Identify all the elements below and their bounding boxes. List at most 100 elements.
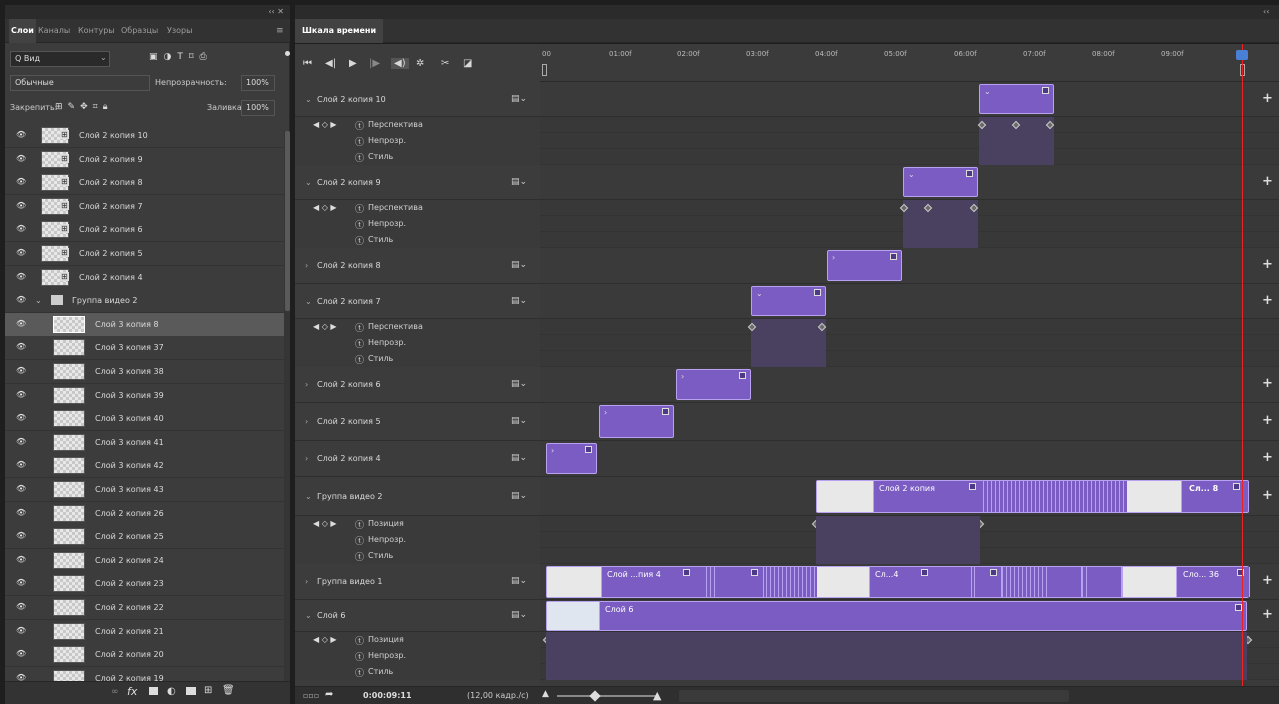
eye-icon[interactable]: 👁︎ [16, 508, 26, 517]
eye-icon[interactable]: 👁︎ [16, 461, 26, 469]
track-header[interactable]: ⌄ Слой 6 ▤⌄ [295, 600, 540, 632]
layer-row[interactable]: 👁︎ Слой 3 копия 42 [5, 454, 285, 479]
fill-input[interactable]: 100% [241, 100, 275, 116]
clip[interactable]: ⌄ [903, 167, 978, 197]
eye-icon[interactable]: 👁︎ [16, 154, 26, 163]
chevron-right-icon[interactable]: › [305, 261, 308, 270]
eye-icon[interactable]: 👁︎ [16, 626, 26, 635]
layer-row[interactable]: 👁︎ Слой 2 копия 20 [5, 643, 285, 668]
layer-row[interactable]: 👁︎ Слой 3 копия 8 [5, 312, 285, 337]
eye-icon[interactable]: 👁︎ [16, 555, 26, 564]
clip-end-icon[interactable] [751, 569, 758, 576]
group-clip[interactable]: Слой ...пия 4 Сл...4 Сло... 36 [546, 566, 1250, 598]
eye-icon[interactable]: 👁︎ [16, 249, 26, 257]
layer-row[interactable]: 👁︎ ⊞ Слой 2 копия 10 [5, 124, 285, 148]
film-strip-icon[interactable]: ▤⌄ [511, 177, 527, 187]
tab-layers[interactable]: Слои [9, 19, 36, 43]
eye-icon[interactable]: 👁︎ [16, 414, 26, 422]
add-media-icon[interactable]: + [1262, 257, 1273, 272]
eye-icon[interactable]: 👁︎ [16, 201, 26, 210]
layer-row[interactable]: 👁︎ ⊞ Слой 2 копия 5 [5, 242, 285, 266]
track-header[interactable]: ⌄ Группа видео 2 ▤⌄ [295, 477, 540, 516]
blend-mode-select[interactable]: Обычные [10, 75, 150, 91]
stopwatch-icon[interactable]: ⓣ [355, 634, 364, 647]
eye-icon[interactable]: 👁︎ [16, 437, 26, 446]
clip-end-icon[interactable] [814, 289, 821, 296]
stopwatch-icon[interactable]: ⓣ [355, 119, 364, 132]
eye-icon[interactable]: 👁︎ [16, 131, 26, 139]
opacity-input[interactable]: 100% [241, 75, 275, 91]
chevron-icon[interactable]: ⌄ [984, 87, 991, 96]
eye-icon[interactable]: 👁︎ [16, 650, 26, 658]
zoom-slider-thumb[interactable] [589, 690, 601, 702]
keyframe-nav-icon[interactable]: ◀ ◇ ▶ [313, 120, 337, 129]
film-strip-icon[interactable]: ▤⌄ [511, 94, 527, 104]
stopwatch-icon[interactable]: ⓣ [355, 234, 364, 247]
film-strip-icon[interactable]: ▤⌄ [511, 260, 527, 270]
layer-row[interactable]: 👁︎ Слой 2 копия 19 [5, 666, 285, 681]
chevron-icon[interactable]: ⌄ [908, 170, 915, 179]
track-header[interactable]: › Слой 2 копия 4 ▤⌄ [295, 441, 540, 477]
play-icon[interactable]: ▶ [349, 58, 357, 69]
folder-icon[interactable] [186, 687, 196, 695]
chevron-right-icon[interactable]: › [305, 417, 308, 426]
film-strip-icon[interactable]: ▤⌄ [511, 296, 527, 306]
panel-collapse-bar[interactable]: ‹‹ ✕ [5, 5, 290, 19]
settings-icon[interactable]: ✲ [416, 58, 424, 69]
tab-paths[interactable]: Контуры [76, 19, 117, 43]
clip-end-icon[interactable] [585, 446, 592, 453]
stopwatch-icon[interactable]: ⓣ [355, 550, 364, 563]
clip[interactable]: › [546, 443, 597, 474]
chevron-down-icon[interactable]: ⌄ [305, 492, 312, 501]
work-area-start-handle[interactable] [542, 64, 547, 76]
add-media-icon[interactable]: + [1262, 573, 1273, 588]
fx-icon[interactable]: fx [127, 685, 137, 698]
keyframe-nav-icon[interactable]: ◀ ◇ ▶ [313, 322, 337, 331]
layer-row[interactable]: 👁︎ ⊞ Слой 2 копия 9 [5, 147, 285, 172]
eye-icon[interactable]: 👁︎ [16, 178, 26, 186]
audio-icon[interactable]: ◀) [391, 58, 409, 69]
adjustment-icon[interactable]: ◐ [167, 686, 176, 697]
clip-end-icon[interactable] [990, 569, 997, 576]
layer-row[interactable]: 👁︎ Слой 2 копия 23 [5, 572, 285, 597]
layer-row[interactable]: 👁︎ Слой 2 копия 21 [5, 619, 285, 644]
eye-icon[interactable]: 👁︎ [16, 532, 26, 540]
layer-row[interactable]: 👁︎ Слой 2 копия 24 [5, 548, 285, 573]
clip-end-icon[interactable] [662, 408, 669, 415]
clip-end-icon[interactable] [969, 483, 976, 490]
stopwatch-icon[interactable]: ⓣ [355, 534, 364, 547]
clip-end-icon[interactable] [921, 569, 928, 576]
layers-scrollbar-thumb[interactable] [285, 131, 290, 311]
convert-frames-icon[interactable]: ▫▫▫ [303, 691, 319, 700]
filter-icons[interactable]: ▣◑T⌑⎙ [149, 52, 213, 62]
track-header[interactable]: ⌄ Слой 2 копия 9 ▤⌄ [295, 165, 540, 200]
chevron-right-icon[interactable]: › [305, 577, 308, 586]
stopwatch-icon[interactable]: ⓣ [355, 650, 364, 663]
eye-icon[interactable]: 👁︎ [16, 225, 26, 233]
add-media-icon[interactable]: + [1262, 413, 1273, 428]
layer-row[interactable]: 👁︎ ⊞ Слой 2 копия 7 [5, 194, 285, 219]
layer-row[interactable]: 👁︎ Слой 3 копия 37 [5, 336, 285, 361]
stopwatch-icon[interactable]: ⓣ [355, 518, 364, 531]
group-clip[interactable]: Слой 2 копия Сл... 8 [816, 480, 1249, 513]
chevron-down-icon[interactable]: ⌄ [305, 95, 312, 104]
chevron-right-icon[interactable]: › [305, 380, 308, 389]
link-icon[interactable]: ∞ [111, 687, 119, 697]
chevron-icon[interactable]: › [832, 253, 835, 262]
layer-row[interactable]: 👁︎ ⌄ Группа видео 2 [5, 289, 285, 314]
go-to-first-frame-icon[interactable]: ⏮ [303, 58, 312, 69]
chevron-down-icon[interactable]: ⌄ [305, 178, 312, 187]
clip-end-icon[interactable] [683, 569, 690, 576]
keyframe-nav-icon[interactable]: ◀ ◇ ▶ [313, 635, 337, 644]
keyframe-nav-icon[interactable]: ◀ ◇ ▶ [313, 203, 337, 212]
stopwatch-icon[interactable]: ⓣ [355, 151, 364, 164]
add-media-icon[interactable]: + [1262, 293, 1273, 308]
clip-end-icon[interactable] [1233, 483, 1240, 490]
stopwatch-icon[interactable]: ⓣ [355, 321, 364, 334]
filter-toggle-icon[interactable] [285, 51, 290, 56]
add-media-icon[interactable]: + [1262, 174, 1273, 189]
film-strip-icon[interactable]: ▤⌄ [511, 379, 527, 389]
collapse-icon[interactable]: ‹‹ [1263, 7, 1269, 16]
clip[interactable]: Слой 6 [546, 601, 1247, 631]
stopwatch-icon[interactable]: ⓣ [355, 666, 364, 679]
